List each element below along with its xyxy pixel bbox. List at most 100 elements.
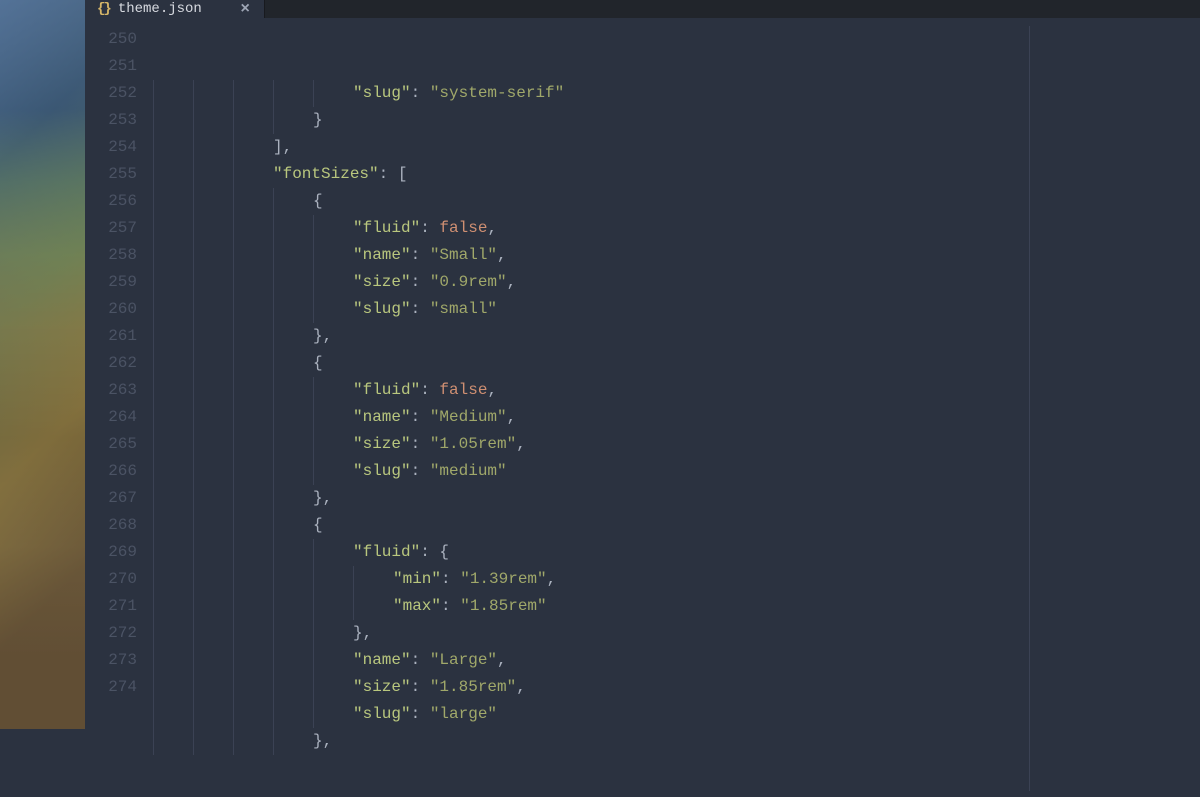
token-key: "name" [353,647,411,674]
code-line[interactable]: "fontSizes": [ [153,161,1200,188]
token-key: "size" [353,269,411,296]
code-line[interactable]: "name": "Large", [153,647,1200,674]
code-line[interactable]: }, [153,485,1200,512]
code-line[interactable]: "slug": "large" [153,701,1200,728]
indent-guide [233,458,234,485]
indent-guide [233,323,234,350]
token-punc: , [497,647,507,674]
code-line[interactable]: "fluid": { [153,539,1200,566]
token-key: "fontSizes" [273,161,379,188]
code-line[interactable]: "min": "1.39rem", [153,566,1200,593]
code-line[interactable]: }, [153,323,1200,350]
indent-guide [273,674,274,701]
indent-guide [233,296,234,323]
line-number: 257 [85,215,137,242]
indent-guide [313,269,314,296]
token-key: "size" [353,431,411,458]
code-line[interactable]: "name": "Small", [153,242,1200,269]
indent-guide [273,485,274,512]
code-line[interactable]: "fluid": false, [153,215,1200,242]
indent-guide [313,539,314,566]
indent-guide [193,242,194,269]
indent-guide [153,188,154,215]
indent-guide [233,242,234,269]
line-number: 269 [85,539,137,566]
token-str: "medium" [430,458,507,485]
code-line[interactable]: "name": "Medium", [153,404,1200,431]
indent-guide [233,485,234,512]
indent-guide [233,80,234,107]
indent-guide [313,458,314,485]
indent-guide [273,377,274,404]
indent-guide [193,566,194,593]
code-editor[interactable]: 2502512522532542552562572582592602612622… [85,18,1200,791]
line-number: 267 [85,485,137,512]
indent-guide [273,269,274,296]
indent-guide [313,80,314,107]
line-number: 253 [85,107,137,134]
code-line[interactable]: ], [153,134,1200,161]
code-line[interactable]: "size": "0.9rem", [153,269,1200,296]
indent-guide [193,188,194,215]
indent-guide [193,134,194,161]
token-str: "small" [430,296,497,323]
code-line[interactable]: { [153,350,1200,377]
indent-guide [313,593,314,620]
code-line[interactable]: }, [153,728,1200,755]
token-bool: false [439,377,487,404]
code-line[interactable]: }, [153,620,1200,647]
code-line[interactable]: "max": "1.85rem" [153,593,1200,620]
indent-guide [153,728,154,755]
indent-guide [273,107,274,134]
token-punc: , [487,215,497,242]
token-punc: : [411,431,430,458]
indent-guide [353,593,354,620]
code-line[interactable]: } [153,107,1200,134]
code-line[interactable]: { [153,512,1200,539]
file-tab[interactable]: {} theme.json × [85,0,265,18]
indent-guide [313,647,314,674]
token-punc: : { [420,539,449,566]
indent-guide [233,134,234,161]
line-number: 274 [85,674,137,701]
code-line[interactable]: "size": "1.85rem", [153,674,1200,701]
code-line[interactable]: "fluid": false, [153,377,1200,404]
code-line[interactable]: "slug": "medium" [153,458,1200,485]
line-number: 260 [85,296,137,323]
token-punc: : [411,80,430,107]
indent-guide [313,404,314,431]
indent-guide [233,566,234,593]
token-punc: : [411,242,430,269]
indent-guide [153,107,154,134]
indent-guide [233,539,234,566]
token-punc: { [313,512,323,539]
indent-guide [273,620,274,647]
indent-guide [313,620,314,647]
indent-guide [273,323,274,350]
token-punc: : [411,269,430,296]
token-punc: : [411,647,430,674]
indent-guide [153,269,154,296]
code-line[interactable]: { [153,188,1200,215]
indent-guide [313,701,314,728]
code-line[interactable]: "slug": "system-serif" [153,80,1200,107]
close-tab-icon[interactable]: × [240,0,250,18]
code-line[interactable]: "size": "1.05rem", [153,431,1200,458]
indent-guide [273,80,274,107]
indent-guide [153,296,154,323]
code-line[interactable]: "slug": "small" [153,296,1200,323]
indent-guide [273,350,274,377]
token-punc: }, [313,323,332,350]
token-punc: } [313,107,323,134]
code-content[interactable]: "slug": "system-serif"}],"fontSizes": [{… [153,26,1200,791]
token-str: "1.85rem" [460,593,546,620]
indent-guide [193,512,194,539]
indent-guide [153,539,154,566]
indent-guide [273,188,274,215]
indent-guide [153,350,154,377]
token-key: "fluid" [353,377,420,404]
line-number: 262 [85,350,137,377]
token-key: "max" [393,593,441,620]
token-key: "name" [353,242,411,269]
token-str: "Small" [430,242,497,269]
